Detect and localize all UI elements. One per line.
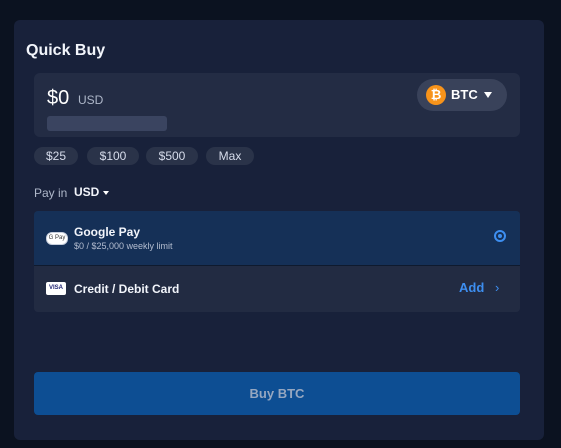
- coin-symbol: BTC: [451, 87, 478, 102]
- amount-conversion-placeholder: [47, 116, 167, 131]
- preset-500-button[interactable]: $500: [146, 147, 198, 165]
- selected-radio[interactable]: [494, 230, 506, 242]
- payment-methods: G Pay Google Pay $0 / $25,000 weekly lim…: [34, 211, 520, 312]
- quick-buy-panel: Quick Buy $0 USD ₿ BTC $25 $100 $500 Max…: [14, 20, 544, 440]
- amount-currency: USD: [78, 93, 104, 107]
- caret-down-icon: [103, 190, 110, 195]
- payment-method-limit: $0 / $25,000 weekly limit: [74, 241, 173, 251]
- pay-in-currency: USD: [74, 185, 100, 199]
- page-title: Quick Buy: [26, 42, 106, 59]
- preset-25-button[interactable]: $25: [34, 147, 78, 165]
- amount-input-box[interactable]: $0 USD ₿ BTC: [34, 73, 520, 137]
- payment-method-card[interactable]: VISA Credit / Debit Card Add ›: [34, 266, 520, 312]
- chevron-right-icon[interactable]: ›: [495, 280, 499, 295]
- visa-card-icon: VISA: [46, 282, 66, 295]
- chevron-down-icon: [484, 92, 492, 98]
- amount-value[interactable]: $0: [47, 87, 69, 110]
- payment-method-google-pay[interactable]: G Pay Google Pay $0 / $25,000 weekly lim…: [34, 211, 520, 265]
- payment-method-name: Credit / Debit Card: [74, 282, 180, 296]
- coin-selector[interactable]: ₿ BTC: [417, 79, 507, 111]
- pay-in-label: Pay in: [34, 186, 68, 200]
- pay-in-currency-select[interactable]: USD: [74, 185, 110, 199]
- payment-method-name: Google Pay: [74, 225, 141, 239]
- preset-max-button[interactable]: Max: [206, 147, 254, 165]
- google-pay-icon: G Pay: [46, 232, 68, 245]
- add-card-link[interactable]: Add: [459, 280, 484, 295]
- buy-button[interactable]: Buy BTC: [34, 372, 520, 415]
- bitcoin-icon: ₿: [426, 85, 446, 105]
- preset-100-button[interactable]: $100: [87, 147, 139, 165]
